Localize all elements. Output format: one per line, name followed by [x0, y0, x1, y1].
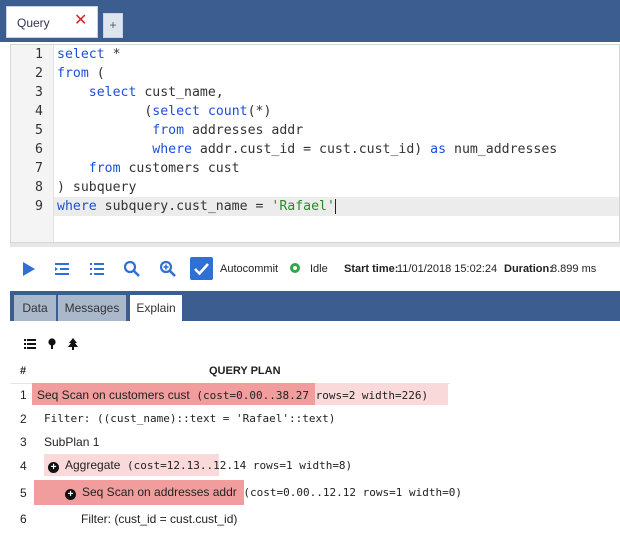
table-row: 1 Seq Scan on customers cust (cost=0.00.… — [10, 382, 450, 407]
expand-icon[interactable]: + — [65, 489, 76, 500]
run-icon[interactable] — [18, 259, 38, 279]
result-tab-bar: Data Messages Explain — [10, 291, 620, 321]
code-line[interactable]: where subquery.cust_name = 'Rafael' — [57, 197, 336, 216]
code-line[interactable]: ) subquery — [57, 178, 136, 197]
line-number: 7 — [35, 161, 43, 176]
plan-header: # QUERY PLAN — [10, 361, 450, 384]
duration-value: 8.899 ms — [551, 263, 597, 275]
tab-explain[interactable]: Explain — [130, 295, 182, 321]
plan-header-num: # — [20, 365, 27, 377]
query-toolbar: Autocommit Idle Start time: 11/01/2018 1… — [10, 252, 620, 286]
start-time-label: Start time: — [344, 263, 399, 275]
line-number: 3 — [35, 85, 43, 100]
table-row: 3 SubPlan 1 — [10, 429, 450, 454]
line-number: 6 — [35, 142, 43, 157]
plan-node: Filter: (cust_id = cust.cust_id) — [81, 512, 238, 526]
duration-label: Duration: — [504, 263, 553, 275]
list-icon[interactable] — [87, 259, 107, 279]
table-row: 2 Filter: ((cust_name)::text = 'Rafael':… — [10, 406, 450, 431]
plan-node: SubPlan 1 — [44, 435, 100, 449]
code-line[interactable]: select * — [57, 45, 121, 64]
zoom-icon[interactable] — [158, 259, 178, 279]
line-number: 4 — [35, 104, 43, 119]
plan-node: Seq Scan on customers cust (cost=0.00..3… — [37, 388, 429, 402]
line-number: 8 — [35, 180, 43, 195]
table-view-icon[interactable] — [24, 337, 36, 351]
query-tab-bar: Query ✕ + — [0, 0, 620, 42]
tab-messages[interactable]: Messages — [58, 295, 126, 321]
table-row[interactable]: 4 + Aggregate (cost=12.13..12.14 rows=1 w… — [10, 452, 450, 477]
row-number: 4 — [20, 459, 27, 473]
tab-data[interactable]: Data — [14, 295, 56, 321]
tree-view-icon[interactable] — [67, 337, 79, 351]
status-dot-icon — [290, 263, 300, 273]
search-icon[interactable] — [122, 259, 142, 279]
line-number: 2 — [35, 66, 43, 81]
checkmark-icon — [194, 263, 209, 276]
close-icon[interactable]: ✕ — [74, 12, 87, 30]
sql-editor[interactable]: 1 2 3 4 5 6 7 8 9 select * from ( select cust_nam… — [10, 44, 620, 243]
start-time-value: 11/01/2018 15:02:24 — [397, 263, 498, 275]
editor-resize-handle[interactable] — [10, 243, 620, 247]
code-line[interactable]: select cust_name, — [57, 83, 224, 102]
plan-node: Filter: ((cust_name)::text = 'Rafael'::t… — [44, 412, 336, 425]
indent-icon[interactable] — [52, 259, 72, 279]
line-number: 5 — [35, 123, 43, 138]
line-number-gutter: 1 2 3 4 5 6 7 8 9 — [11, 45, 54, 242]
table-row[interactable]: 5 + Seq Scan on addresses addr (cost=0.00… — [10, 477, 462, 507]
plan-node: + Aggregate (cost=12.13..12.14 rows=1 wid… — [48, 458, 352, 473]
query-tab-label: Query — [17, 16, 50, 30]
code-line[interactable]: from customers cust — [57, 159, 240, 178]
line-number: 9 — [35, 199, 43, 214]
line-number: 1 — [35, 47, 43, 62]
plan-header-title: QUERY PLAN — [209, 365, 281, 377]
text-cursor — [334, 198, 336, 214]
code-line[interactable]: from addresses addr — [57, 121, 303, 140]
row-number: 3 — [20, 435, 27, 449]
query-tab[interactable]: Query ✕ — [6, 6, 98, 38]
plan-node: + Seq Scan on addresses addr (cost=0.00..… — [65, 485, 462, 500]
autocommit-checkbox[interactable] — [190, 257, 213, 280]
add-tab-button[interactable]: + — [103, 13, 123, 38]
code-line[interactable]: from ( — [57, 64, 105, 83]
code-line[interactable]: (select count(*) — [57, 102, 271, 121]
row-number: 6 — [20, 512, 27, 526]
row-number: 1 — [20, 388, 27, 402]
row-number: 2 — [20, 412, 27, 426]
expand-icon[interactable]: + — [48, 462, 59, 473]
table-row: 6 Filter: (cust_id = cust.cust_id) — [10, 508, 450, 533]
row-number: 5 — [20, 486, 27, 500]
graph-view-icon[interactable] — [46, 337, 58, 351]
status-label: Idle — [310, 263, 328, 275]
code-line[interactable]: where addr.cust_id = cust.cust_id) as nu… — [57, 140, 557, 159]
autocommit-label: Autocommit — [220, 263, 279, 275]
